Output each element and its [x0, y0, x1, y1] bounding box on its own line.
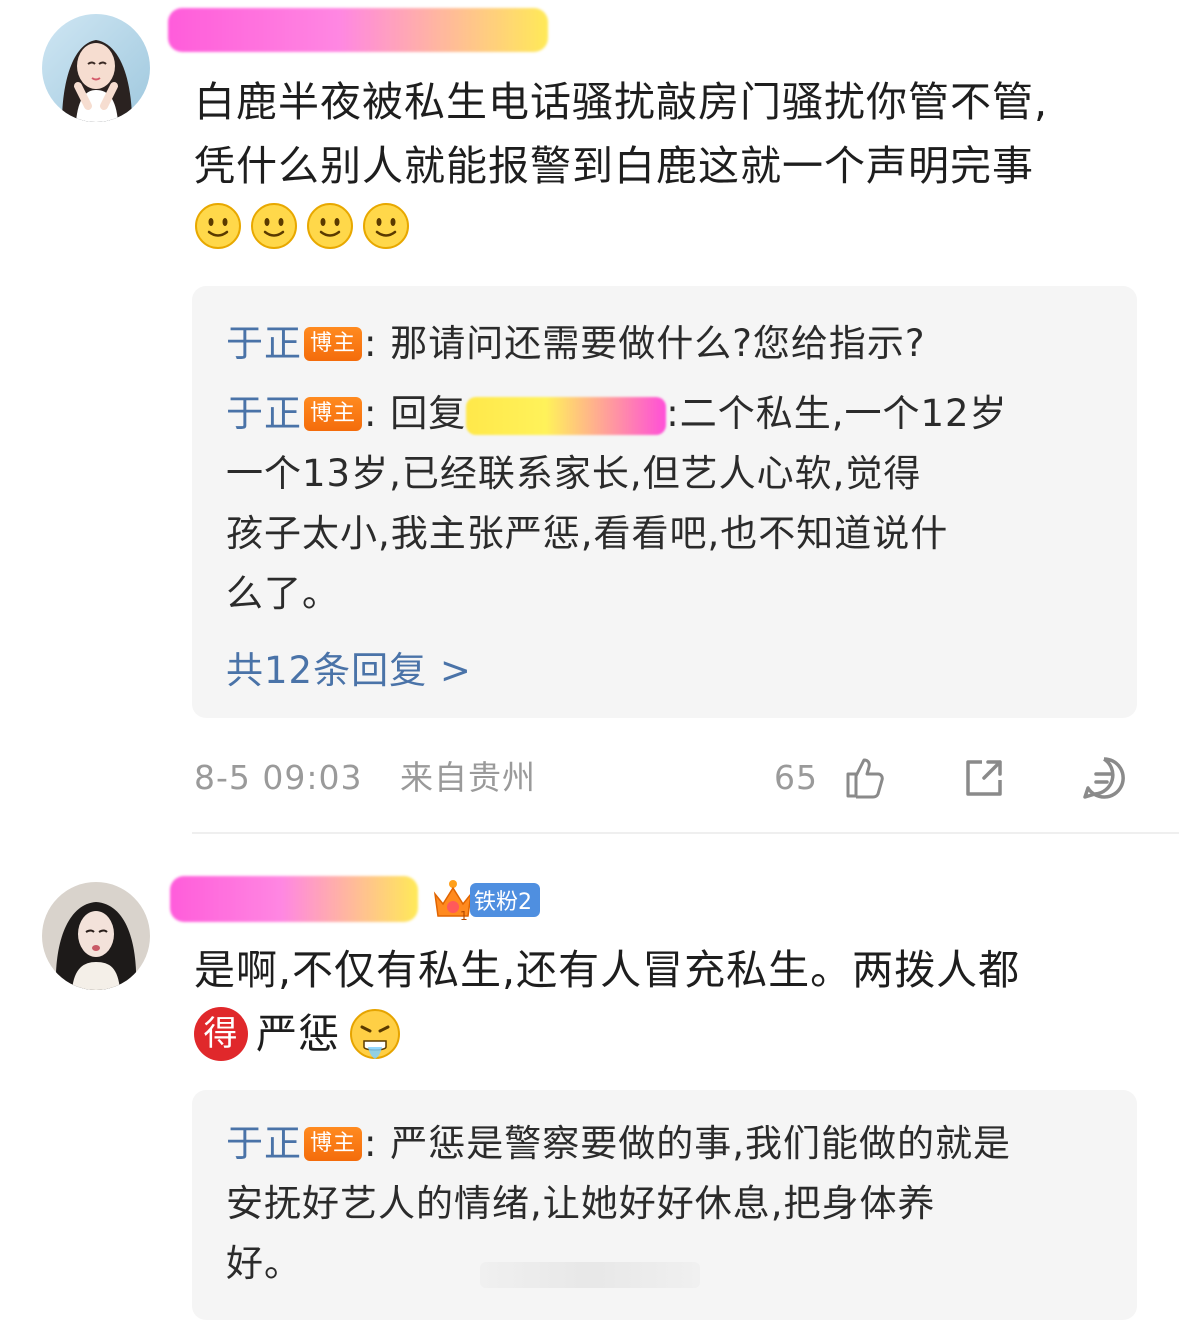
fan-badge-label: 铁粉2	[470, 883, 540, 917]
smile-emoji-icon	[363, 203, 409, 249]
comment-meta: 8-5 09:03 来自贵州	[194, 756, 536, 800]
comment-line: 凭什么别人就能报警到白鹿这就一个声明完事	[194, 142, 1034, 190]
share-icon[interactable]	[960, 754, 1008, 802]
comment-icon[interactable]	[1080, 754, 1128, 802]
smile-emoji-icon	[195, 203, 241, 249]
comment-text: 是啊,不仅有私生,还有人冒充私生。两拨人都 得 严惩	[194, 938, 1154, 1066]
reply-text: : 严惩是警察要做的事,我们能做的就是	[364, 1122, 1012, 1165]
reply-username[interactable]: 于正	[226, 322, 302, 365]
reply-prefix: : 回复	[364, 392, 467, 435]
comment-text: 白鹿半夜被私生电话骚扰敲房门骚扰你管不管, 凭什么别人就能报警到白鹿这就一个声明…	[194, 70, 1154, 198]
reply-text-line: 安抚好艺人的情绪,让她好好休息,把身体养	[226, 1182, 936, 1225]
redacted-mention	[466, 396, 667, 435]
blogger-badge: 博主	[304, 327, 363, 361]
comment-line: 得 严惩	[194, 1002, 1154, 1066]
fan-level: 1	[460, 909, 468, 922]
reply-text-line: 孩子太小,我主张严惩,看看吧,也不知道说什	[226, 512, 949, 555]
comment-line: 是啊,不仅有私生,还有人冒充私生。两拨人都	[194, 946, 1021, 994]
fan-badge: 1 铁粉2	[432, 878, 540, 922]
watermark	[480, 1262, 700, 1288]
reply-text: : 那请问还需要做什么?您给指示?	[364, 322, 926, 365]
emoji-row	[194, 202, 418, 256]
exhausted-face-emoji-icon	[350, 1009, 400, 1059]
avatar[interactable]	[42, 14, 150, 122]
reply-box[interactable]: 于正 博主: 那请问还需要做什么?您给指示? 于正 博主: 回复 :二个私生,一个12…	[192, 286, 1137, 718]
reply-text: :二个私生,一个12岁	[666, 392, 1008, 435]
comment-location: 来自贵州	[400, 758, 536, 797]
blogger-badge: 博主	[304, 397, 363, 431]
comment-text-span: 严惩	[256, 1010, 340, 1058]
redacted-username	[170, 876, 418, 922]
comment-date: 8-5 09:03	[194, 758, 363, 797]
reply-item[interactable]: 于正 博主: 那请问还需要做什么?您给指示?	[226, 314, 1116, 374]
de-emoji-icon: 得	[194, 1007, 248, 1061]
more-replies-link[interactable]: 共12条回复 >	[226, 640, 472, 694]
redacted-username	[168, 8, 548, 52]
reply-text-line: 么了。	[226, 572, 340, 615]
divider	[192, 832, 1179, 834]
blogger-badge: 博主	[304, 1127, 363, 1161]
crown-icon: 1	[433, 880, 473, 922]
smile-emoji-icon	[251, 203, 297, 249]
reply-item[interactable]: 于正 博主: 回复 :二个私生,一个12岁 一个13岁,已经联系家长,但艺人心软,觉…	[226, 384, 1116, 624]
avatar[interactable]	[42, 882, 150, 990]
like-icon[interactable]	[840, 754, 888, 802]
reply-username[interactable]: 于正	[226, 392, 302, 435]
comment-line: 白鹿半夜被私生电话骚扰敲房门骚扰你管不管,	[194, 78, 1049, 126]
smile-emoji-icon	[307, 203, 353, 249]
reply-text-line: 一个13岁,已经联系家长,但艺人心软,觉得	[226, 452, 922, 495]
like-count: 65	[774, 758, 818, 797]
reply-username[interactable]: 于正	[226, 1122, 302, 1165]
